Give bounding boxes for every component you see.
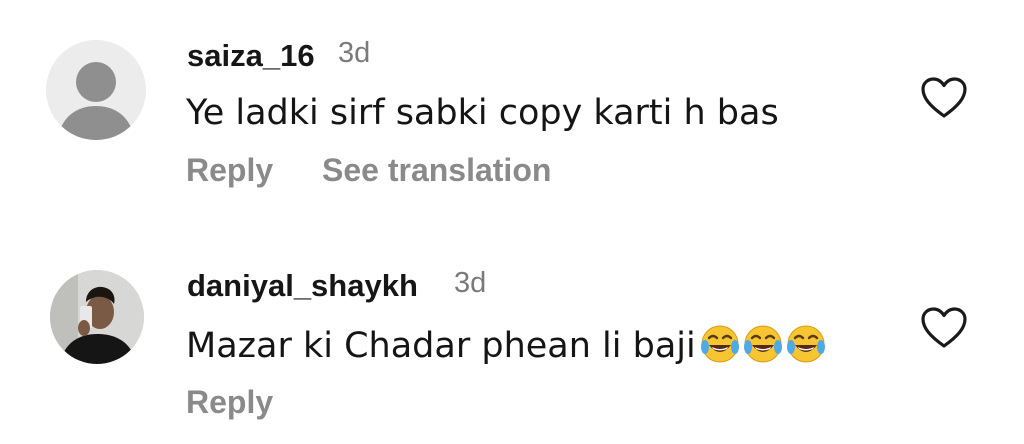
like-button[interactable] (920, 306, 968, 350)
face-with-tears-of-joy-icon (743, 325, 782, 363)
heart-outline-icon (921, 307, 967, 348)
comment-text: Ye ladki sirf sabki copy karti h bas (186, 93, 779, 133)
comment-text-body: Mazar ki Chadar phean li baji (186, 326, 696, 366)
face-with-tears-of-joy-icon (786, 325, 825, 363)
emoji-group (698, 323, 827, 366)
user-photo-avatar[interactable] (50, 270, 144, 364)
timestamp: 3d (454, 267, 487, 299)
comment-item: saiza_16 3d Ye ladki sirf sabki copy kar… (0, 0, 1024, 220)
face-with-tears-of-joy-icon (700, 325, 739, 363)
username[interactable]: daniyal_shaykh (187, 268, 418, 304)
comment-text: Mazar ki Chadar phean li baji (186, 323, 827, 366)
heart-outline-icon (921, 77, 967, 118)
timestamp: 3d (338, 37, 371, 69)
username[interactable]: saiza_16 (187, 38, 315, 74)
see-translation-button[interactable]: See translation (322, 152, 551, 189)
default-avatar-icon (58, 62, 134, 140)
like-button[interactable] (920, 76, 968, 120)
reply-button[interactable]: Reply (186, 152, 273, 189)
avatar[interactable] (46, 40, 146, 140)
comment-item: daniyal_shaykh 3d Mazar ki Chadar phean … (0, 220, 1024, 444)
reply-button[interactable]: Reply (186, 384, 273, 421)
user-photo-icon (50, 270, 144, 364)
